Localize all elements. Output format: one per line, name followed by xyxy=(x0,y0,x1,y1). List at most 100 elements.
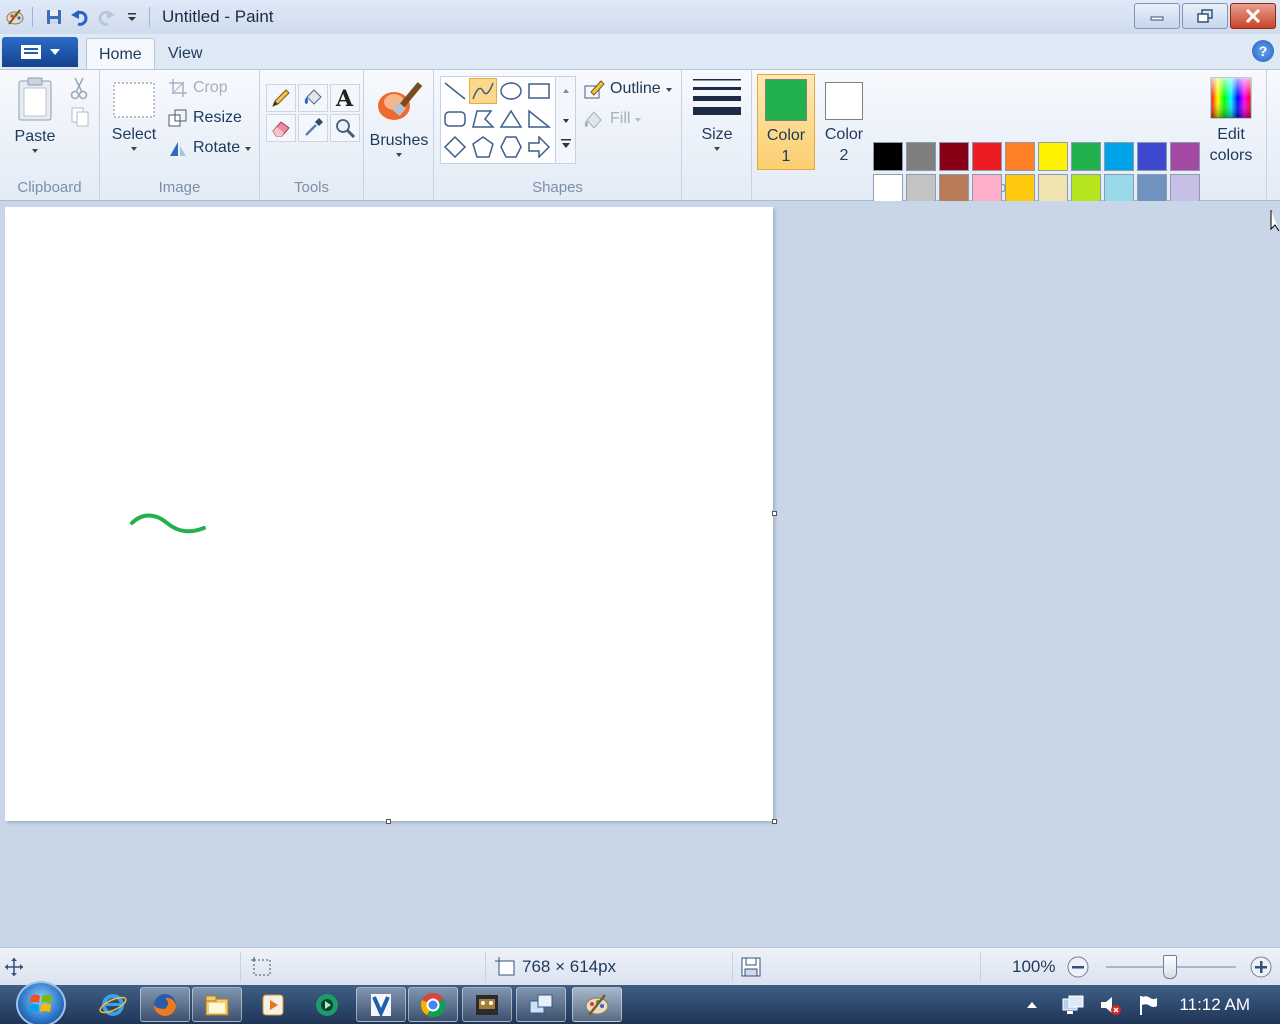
line-shape-icon[interactable] xyxy=(441,78,469,104)
restore-button[interactable] xyxy=(1182,3,1228,29)
zoom-out-button[interactable] xyxy=(1066,954,1090,980)
edit-colors-label-line1: Edit xyxy=(1217,126,1245,143)
zoom-percent: 100% xyxy=(1012,957,1056,976)
arrow-shape-icon[interactable] xyxy=(525,134,553,160)
fill-bucket-icon[interactable] xyxy=(298,84,328,112)
palette-swatch[interactable] xyxy=(906,174,936,203)
palette-swatch[interactable] xyxy=(1071,142,1101,171)
tab-view[interactable]: View xyxy=(156,38,214,70)
game-app-icon[interactable] xyxy=(462,987,512,1022)
close-icon xyxy=(1245,9,1261,23)
volume-muted-icon[interactable] xyxy=(1099,994,1123,1016)
save-icon[interactable] xyxy=(43,6,65,28)
palette-swatch[interactable] xyxy=(972,142,1002,171)
tab-home[interactable]: Home xyxy=(86,38,155,70)
paint-taskbar-icon[interactable] xyxy=(572,987,622,1022)
select-button[interactable]: Select xyxy=(110,80,158,151)
editor-app-icon[interactable] xyxy=(356,987,406,1022)
crop-button[interactable]: Crop xyxy=(168,78,228,98)
mouse-cursor-icon xyxy=(1270,210,1280,232)
paint-menu-button[interactable] xyxy=(2,37,78,67)
media-center-icon[interactable] xyxy=(302,987,352,1022)
rotate-button[interactable]: Rotate xyxy=(168,138,252,158)
shapes-scrollbar[interactable] xyxy=(555,77,575,163)
resize-button[interactable]: Resize xyxy=(168,108,242,128)
firefox-icon[interactable] xyxy=(140,987,190,1022)
cut-icon[interactable] xyxy=(70,76,88,104)
palette-swatch[interactable] xyxy=(873,142,903,171)
taskbar-clock[interactable]: 11:12 AM xyxy=(1179,995,1250,1015)
brushes-button[interactable]: Brushes xyxy=(370,76,428,157)
palette-swatch[interactable] xyxy=(1038,142,1068,171)
file-explorer-icon[interactable] xyxy=(192,987,242,1022)
zoom-in-button[interactable] xyxy=(1249,954,1273,980)
rounded-rectangle-shape-icon[interactable] xyxy=(441,106,469,132)
clipboard-group-label: Clipboard xyxy=(17,179,82,196)
color-picker-icon[interactable] xyxy=(298,114,328,142)
palette-swatch[interactable] xyxy=(1038,174,1068,203)
pencil-icon[interactable] xyxy=(266,84,296,112)
undo-icon[interactable] xyxy=(69,6,91,28)
curve-shape-icon[interactable] xyxy=(469,78,497,104)
color-1-button[interactable]: Color 1 xyxy=(757,74,815,170)
right-triangle-shape-icon[interactable] xyxy=(525,106,553,132)
copy-icon[interactable] xyxy=(70,106,90,132)
hexagon-shape-icon[interactable] xyxy=(497,134,525,160)
triangle-shape-icon[interactable] xyxy=(497,106,525,132)
color-2-label-line2: 2 xyxy=(839,147,849,164)
resize-handle-bottom[interactable] xyxy=(386,819,391,824)
palette-swatch[interactable] xyxy=(1170,142,1200,171)
media-player-icon[interactable] xyxy=(248,987,298,1022)
palette-swatch[interactable] xyxy=(1005,142,1035,171)
image-group: Select Crop Resize Rotate Image xyxy=(100,70,260,200)
zoom-slider-thumb[interactable] xyxy=(1163,955,1177,979)
size-button[interactable]: Size xyxy=(691,76,743,151)
color-2-button[interactable]: Color 2 xyxy=(815,74,873,170)
text-icon[interactable]: A xyxy=(330,84,360,112)
fill-button[interactable]: Fill xyxy=(583,108,642,130)
edit-colors-button[interactable]: Edit colors xyxy=(1204,76,1258,166)
redo-icon[interactable] xyxy=(95,6,117,28)
pentagon-shape-icon[interactable] xyxy=(469,134,497,160)
show-hidden-icons-icon[interactable] xyxy=(1025,1000,1039,1010)
palette-swatch[interactable] xyxy=(873,174,903,203)
resize-handle-corner[interactable] xyxy=(772,819,777,824)
oval-shape-icon[interactable] xyxy=(497,78,525,104)
resize-icon xyxy=(168,109,187,127)
magnifier-icon[interactable] xyxy=(330,114,360,142)
image-size: 768 × 614px xyxy=(494,954,616,980)
chrome-icon[interactable] xyxy=(408,987,458,1022)
quick-access-separator xyxy=(32,7,33,27)
help-icon[interactable]: ? xyxy=(1252,40,1274,62)
action-center-flag-icon[interactable] xyxy=(1137,994,1159,1016)
paint-app-icon[interactable] xyxy=(4,6,26,28)
paste-button[interactable]: Paste xyxy=(12,76,58,153)
close-button[interactable] xyxy=(1230,3,1276,29)
palette-swatch[interactable] xyxy=(1104,174,1134,203)
selection-size-icon xyxy=(251,957,271,976)
diamond-shape-icon[interactable] xyxy=(441,134,469,160)
palette-swatch[interactable] xyxy=(906,142,936,171)
palette-swatch[interactable] xyxy=(1170,174,1200,203)
palette-swatch[interactable] xyxy=(1005,174,1035,203)
customize-quick-access-icon[interactable] xyxy=(121,6,143,28)
palette-swatch[interactable] xyxy=(939,174,969,203)
internet-explorer-icon[interactable] xyxy=(88,987,138,1022)
zoom-slider[interactable] xyxy=(1106,954,1236,980)
resize-handle-right[interactable] xyxy=(772,511,777,516)
rectangle-shape-icon[interactable] xyxy=(525,78,553,104)
network-icon[interactable] xyxy=(1061,994,1085,1016)
minimize-button[interactable] xyxy=(1134,3,1180,29)
palette-swatch[interactable] xyxy=(972,174,1002,203)
palette-swatch[interactable] xyxy=(1071,174,1101,203)
outline-button[interactable]: Outline xyxy=(583,78,672,100)
network-app-icon[interactable] xyxy=(516,987,566,1022)
drawing-canvas[interactable] xyxy=(5,207,773,821)
palette-swatch[interactable] xyxy=(1104,142,1134,171)
polygon-shape-icon[interactable] xyxy=(469,106,497,132)
palette-swatch[interactable] xyxy=(1137,142,1167,171)
palette-swatch[interactable] xyxy=(939,142,969,171)
start-button[interactable] xyxy=(16,981,66,1024)
eraser-icon[interactable] xyxy=(266,114,296,142)
palette-swatch[interactable] xyxy=(1137,174,1167,203)
